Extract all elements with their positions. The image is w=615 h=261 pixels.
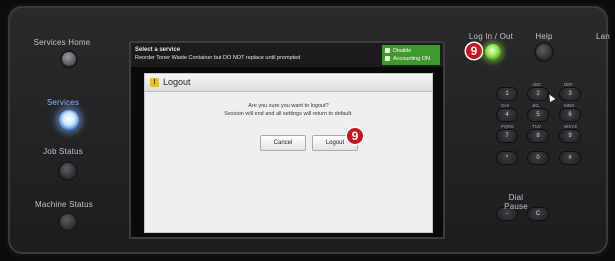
keypad-key[interactable]: 4	[497, 109, 517, 121]
status-line-2: Accounting ON	[393, 56, 430, 62]
log-in-out-button[interactable]	[485, 44, 501, 60]
cancel-button[interactable]: Cancel	[260, 135, 306, 151]
status-line-1: Disable	[393, 48, 412, 54]
logout-step-badge: 9	[347, 128, 363, 144]
topbar-title: Select a service	[135, 47, 181, 53]
keypad-key-letters: WXYZ	[564, 124, 577, 129]
keypad-key[interactable]: 8	[528, 130, 548, 142]
help-label: Help	[535, 32, 553, 41]
keypad-key[interactable]: 1	[497, 88, 517, 100]
topbar-message: Reorder Toner Waste Container but DO NOT…	[135, 55, 301, 61]
services-home-label: Services Home	[33, 38, 91, 47]
services-home-button[interactable]	[62, 52, 76, 66]
machine-status-button[interactable]	[60, 214, 76, 230]
lock-icon	[385, 48, 390, 53]
dial-pause-label: Dial Pause	[504, 193, 528, 211]
keypad-key[interactable]: 5	[528, 109, 548, 121]
machine-status-label: Machine Status	[35, 200, 93, 209]
accounting-status-button[interactable]: Disable Accounting ON	[382, 45, 440, 65]
logout-dialog: ! Logout Are you sure you want to logout…	[144, 73, 433, 233]
dialog-message-line-2: Session will end and all settings will r…	[224, 111, 353, 117]
keypad-key-letters: GHI	[501, 103, 510, 108]
touch-screen: Select a service Reorder Toner Waste Con…	[129, 41, 445, 239]
keypad-key-letters: ABC	[532, 82, 542, 87]
job-status-button[interactable]	[60, 163, 76, 179]
warning-icon: !	[150, 78, 159, 87]
help-button[interactable]	[536, 44, 552, 60]
dialog-title: Logout	[163, 77, 191, 87]
keypad-key[interactable]: *	[497, 152, 517, 164]
keypad-key-letters: DEF	[564, 82, 573, 87]
screen-top-bar: Select a service Reorder Toner Waste Con…	[131, 43, 443, 67]
log-in-out-label: Log In / Out	[468, 32, 514, 41]
keypad-key-letters: JKL	[532, 103, 540, 108]
services-button[interactable]	[59, 110, 79, 130]
keypad-key-letters: PQRS	[501, 124, 514, 129]
keypad-key-letters: MNO	[564, 103, 575, 108]
dialog-title-bar: ! Logout	[145, 74, 432, 92]
keypad-key[interactable]: 2	[528, 88, 548, 100]
language-label: Lan	[596, 32, 610, 41]
keypad-key[interactable]: 9	[560, 130, 580, 142]
login-step-badge: 9	[466, 43, 482, 59]
accounting-icon	[385, 56, 390, 61]
keypad-key[interactable]: 6	[560, 109, 580, 121]
job-status-label: Job Status	[43, 147, 83, 156]
keypad-key[interactable]: 7	[497, 130, 517, 142]
keypad-key-letters: TUV	[532, 124, 541, 129]
keypad-key[interactable]: #	[560, 152, 580, 164]
keypad-key[interactable]: 0	[528, 152, 548, 164]
dialog-message-line-1: Are you sure you want to logout?	[248, 103, 329, 109]
services-label: Services	[46, 98, 80, 107]
keypad-key[interactable]: 3	[560, 88, 580, 100]
